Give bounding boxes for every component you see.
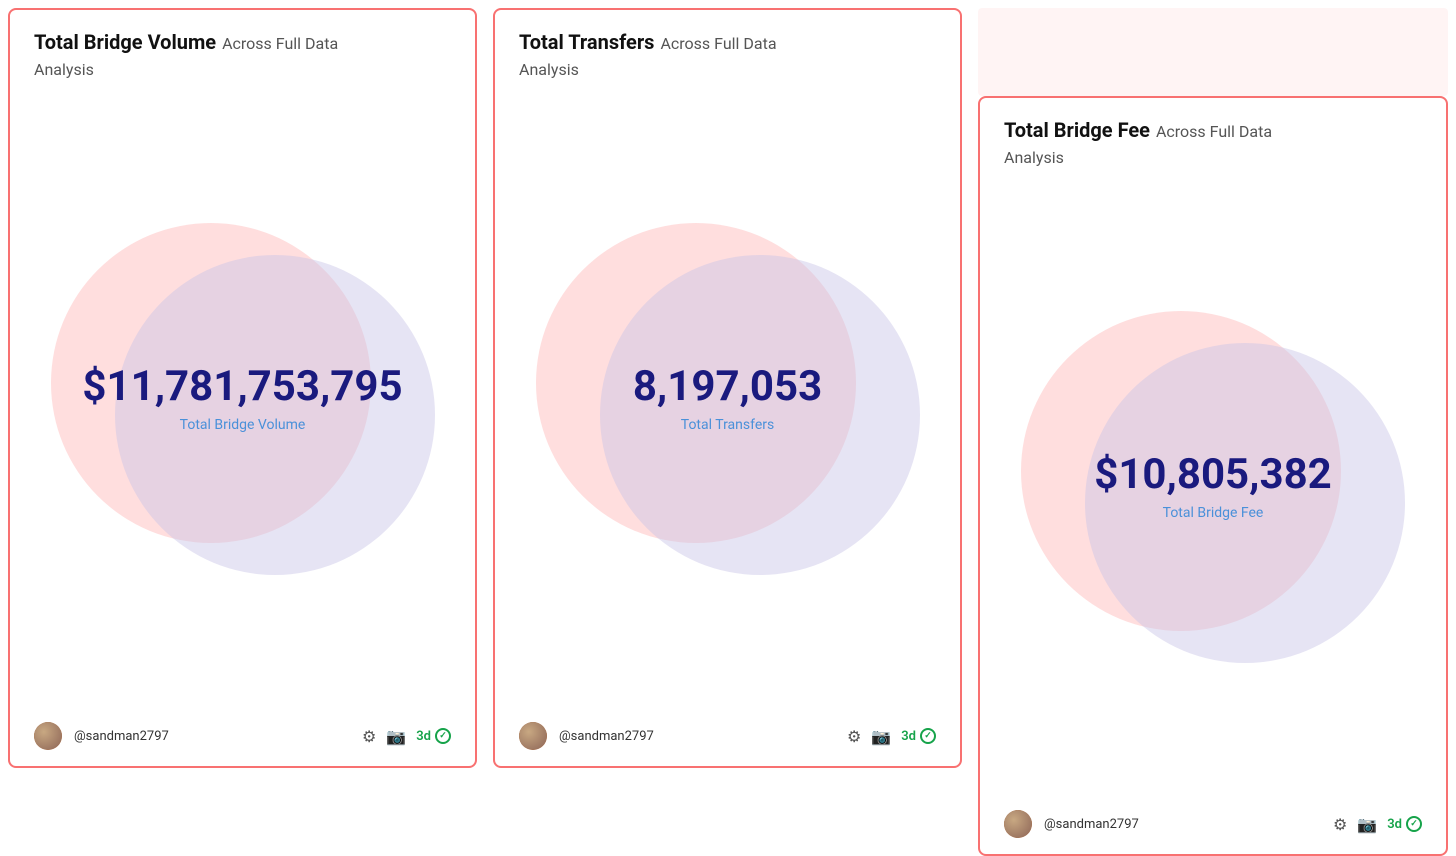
avatar-img-2: [519, 722, 547, 750]
badge-check-1: ✓: [435, 728, 451, 744]
card-3-top-bg: [978, 8, 1448, 96]
card-subtitle-line2-3: Analysis: [1004, 148, 1422, 167]
username-2: @sandman2797: [559, 729, 835, 744]
card-subtitle-2: Across Full Data: [660, 34, 776, 53]
card-header-1: Total Bridge Volume Across Full Data Ana…: [34, 30, 451, 79]
card-body-2: 8,197,053 Total Transfers: [519, 87, 936, 710]
card-total-transfers: Total Transfers Across Full Data Analysi…: [493, 8, 962, 768]
card-3-wrapper: Total Bridge Fee Across Full Data Analys…: [978, 8, 1448, 768]
card-footer-3: @sandman2797 ⚙ 📷 3d ✓: [1004, 798, 1422, 838]
card-body-1: $11,781,753,795 Total Bridge Volume: [34, 87, 451, 710]
metric-container-1: $11,781,753,795 Total Bridge Volume: [82, 364, 402, 432]
card-footer-1: @sandman2797 ⚙ 📷 3d ✓: [34, 710, 451, 750]
camera-icon-1[interactable]: 📷: [386, 727, 406, 746]
metric-container-3: $10,805,382 Total Bridge Fee: [1094, 452, 1332, 520]
avatar-img-3: [1004, 810, 1032, 838]
metric-container-2: 8,197,053 Total Transfers: [633, 364, 822, 432]
cards-container: Total Bridge Volume Across Full Data Ana…: [8, 8, 1448, 768]
footer-icons-1: ⚙ 📷 3d ✓: [362, 727, 451, 746]
settings-icon-1[interactable]: ⚙: [362, 727, 376, 746]
card-title-3: Total Bridge Fee: [1004, 118, 1150, 142]
footer-icons-2: ⚙ 📷 3d ✓: [847, 727, 936, 746]
username-3: @sandman2797: [1044, 817, 1321, 832]
avatar-1: [34, 722, 62, 750]
metric-value-1: $11,781,753,795: [82, 364, 402, 410]
avatar-img-1: [34, 722, 62, 750]
metric-label-2: Total Transfers: [633, 417, 822, 433]
badge-text-3: 3d: [1387, 817, 1402, 832]
avatar-2: [519, 722, 547, 750]
settings-icon-3[interactable]: ⚙: [1333, 815, 1347, 834]
footer-icons-3: ⚙ 📷 3d ✓: [1333, 815, 1422, 834]
card-subtitle-line2-1: Analysis: [34, 60, 451, 79]
camera-icon-3[interactable]: 📷: [1357, 815, 1377, 834]
badge-check-3: ✓: [1406, 816, 1422, 832]
card-title-1: Total Bridge Volume: [34, 30, 216, 54]
camera-icon-2[interactable]: 📷: [871, 727, 891, 746]
badge-text-1: 3d: [416, 729, 431, 744]
badge-check-2: ✓: [920, 728, 936, 744]
card-body-3: $10,805,382 Total Bridge Fee: [1004, 175, 1422, 798]
badge-1: 3d ✓: [416, 728, 451, 744]
metric-value-2: 8,197,053: [633, 364, 822, 410]
username-1: @sandman2797: [74, 729, 350, 744]
badge-text-2: 3d: [901, 729, 916, 744]
card-subtitle-3: Across Full Data: [1156, 122, 1272, 141]
metric-value-3: $10,805,382: [1094, 452, 1332, 498]
card-footer-2: @sandman2797 ⚙ 📷 3d ✓: [519, 710, 936, 750]
badge-2: 3d ✓: [901, 728, 936, 744]
metric-label-3: Total Bridge Fee: [1094, 505, 1332, 521]
card-header-2: Total Transfers Across Full Data Analysi…: [519, 30, 936, 79]
card-subtitle-line2-2: Analysis: [519, 60, 936, 79]
card-total-bridge-volume: Total Bridge Volume Across Full Data Ana…: [8, 8, 477, 768]
card-title-2: Total Transfers: [519, 30, 654, 54]
metric-label-1: Total Bridge Volume: [82, 417, 402, 433]
card-subtitle-1: Across Full Data: [222, 34, 338, 53]
card-header-3: Total Bridge Fee Across Full Data Analys…: [1004, 118, 1422, 167]
settings-icon-2[interactable]: ⚙: [847, 727, 861, 746]
avatar-3: [1004, 810, 1032, 838]
badge-3: 3d ✓: [1387, 816, 1422, 832]
card-total-bridge-fee: Total Bridge Fee Across Full Data Analys…: [978, 96, 1448, 856]
